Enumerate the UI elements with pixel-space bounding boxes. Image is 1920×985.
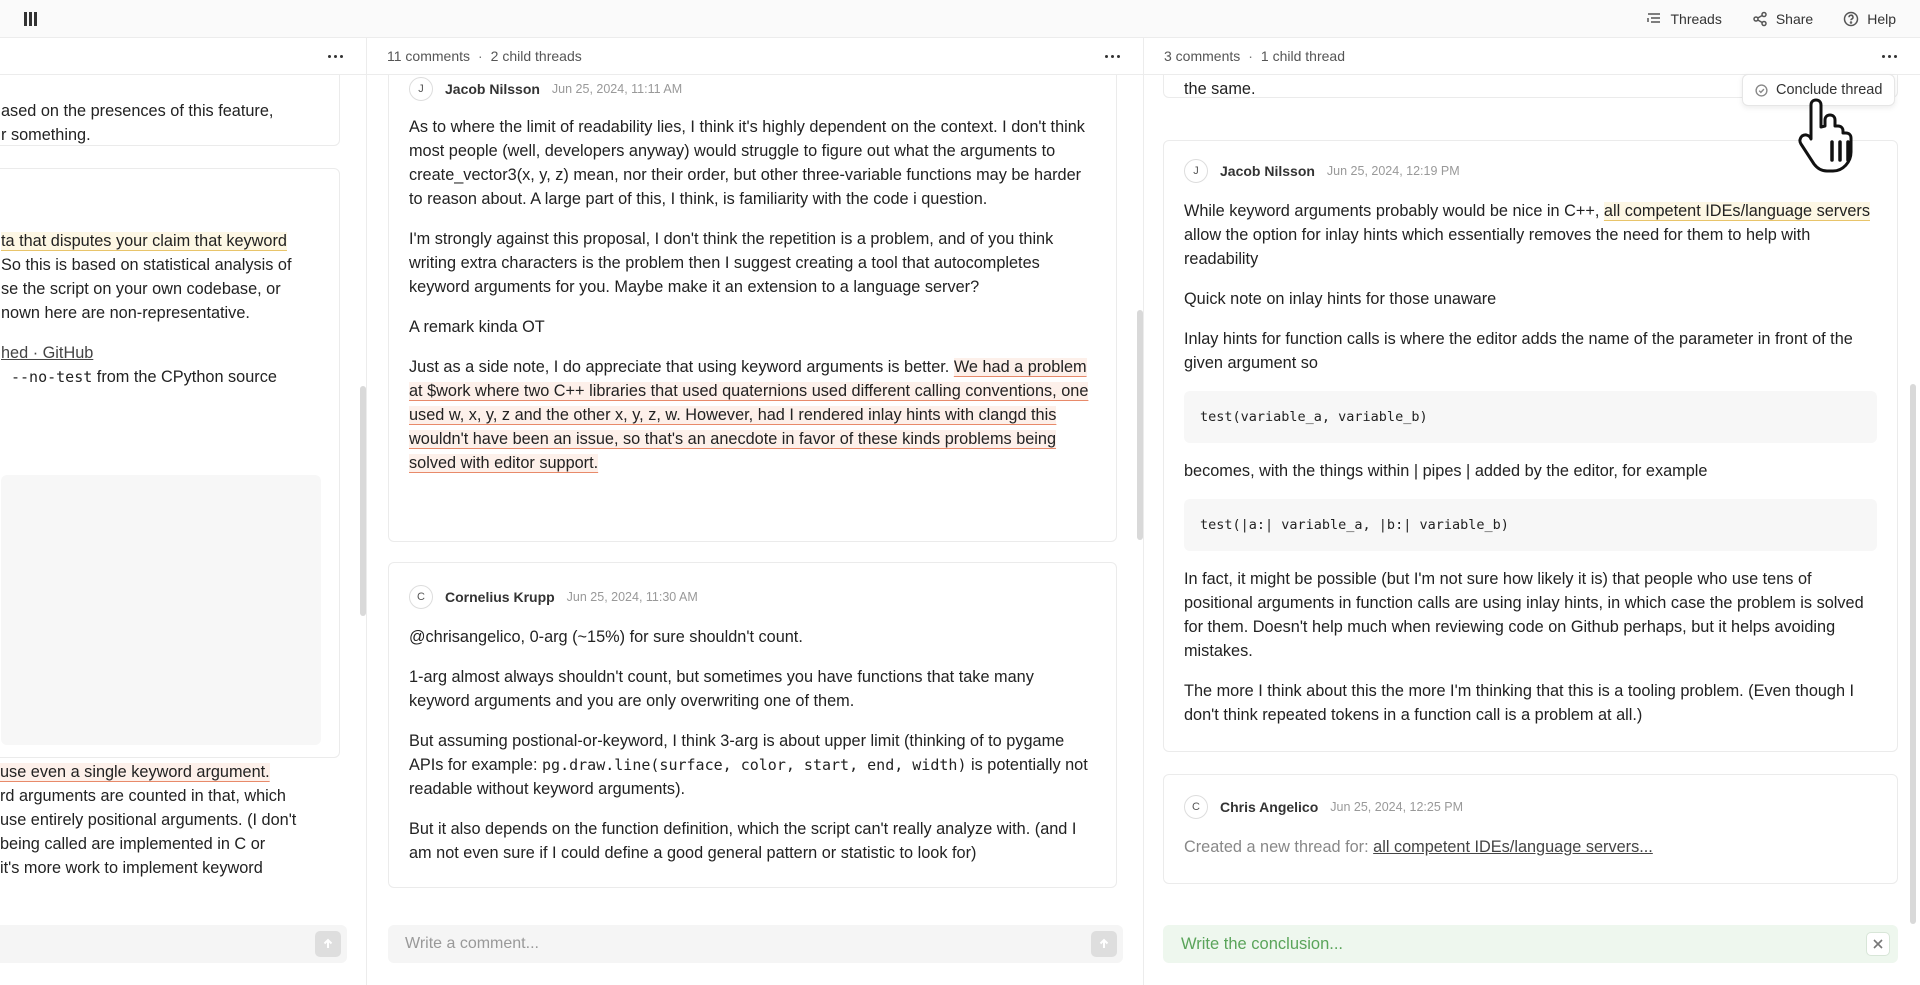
comment-text: allow the option for inlay hints which e… — [1184, 226, 1811, 268]
middle-scrollbar[interactable] — [1137, 310, 1143, 540]
code-block: test(|a:| variable_a, |b:| variable_b) — [1184, 499, 1877, 551]
code-block: test(variable_a, variable_b) — [1184, 391, 1877, 443]
comment-author[interactable]: Jacob Nilsson — [445, 81, 540, 97]
comment-count: 3 comments — [1164, 48, 1241, 64]
child-thread-link[interactable]: all competent IDEs/language servers... — [1373, 838, 1653, 856]
comment-paragraph: But it also depends on the function defi… — [409, 820, 1077, 862]
right-scrollbar[interactable] — [1910, 384, 1916, 924]
left-highlighted-text[interactable]: ta that disputes your claim that keyword — [1, 232, 287, 250]
help-label: Help — [1867, 11, 1896, 27]
comment-paragraph: I'm strongly against this proposal, I do… — [409, 230, 1054, 296]
collapsible-heading[interactable]: Quick note on inlay hints for those unaw… — [1184, 287, 1877, 311]
conclusion-input[interactable]: Write the conclusion... — [1163, 925, 1898, 963]
collapsible-heading[interactable]: A remark kinda OT — [409, 315, 1098, 339]
avatar[interactable]: J — [1184, 159, 1208, 183]
share-icon — [1753, 11, 1767, 27]
share-label: Share — [1775, 11, 1814, 27]
right-thread-column: 3 comments · 1 child thread the same. J … — [1144, 38, 1920, 985]
github-link[interactable]: hed · GitHub — [1, 344, 93, 362]
comment-paragraph: But assuming postional-or-keyword, I thi… — [409, 729, 1096, 801]
help-icon — [1843, 11, 1859, 27]
right-more-options-icon[interactable] — [1882, 49, 1898, 63]
middle-thread-column: 11 comments · 2 child threads J Jacob Ni… — [367, 38, 1144, 985]
comment-paragraph: 1-arg almost always shouldn't count, but… — [409, 668, 1034, 710]
left-text-line: ased on the presences of this feature, — [1, 102, 274, 120]
top-nav: Threads Share Help — [1646, 0, 1896, 38]
send-arrow-icon — [1099, 938, 1109, 948]
created-thread-text: Created a new thread for: — [1184, 838, 1374, 856]
composer-placeholder: Write a comment... — [405, 935, 539, 952]
close-icon — [1873, 939, 1883, 949]
threads-icon — [1647, 13, 1661, 23]
avatar[interactable]: C — [409, 585, 433, 609]
comment-author[interactable]: Chris Angelico — [1220, 799, 1318, 815]
comment-paragraph: In fact, it might be possible (but I'm n… — [1184, 570, 1864, 660]
left-text-line: nown here are non-representative. — [1, 304, 250, 322]
left-thread-column: ased on the presences of this feature, r… — [0, 38, 367, 985]
comment-paragraph: becomes, with the things within | pipes … — [1184, 462, 1708, 480]
left-text-line: se the script on your own codebase, or — [1, 280, 281, 298]
left-text-line: it's more work to implement keyword — [0, 859, 263, 877]
comment-paragraph: As to where the limit of readability lie… — [409, 118, 1085, 208]
comment-author[interactable]: Cornelius Krupp — [445, 589, 555, 605]
app-logo-icon[interactable] — [24, 12, 40, 26]
comment-card: J Jacob Nilsson Jun 25, 2024, 11:11 AM A… — [388, 52, 1117, 542]
comment-paragraph: While keyword arguments probably would b… — [1184, 199, 1877, 271]
help-button[interactable]: Help — [1843, 11, 1896, 27]
right-column-header: 3 comments · 1 child thread — [1144, 38, 1920, 75]
left-comment-composer[interactable] — [0, 925, 347, 963]
left-text-line: rd arguments are counted in that, which — [0, 787, 286, 805]
comment-author[interactable]: Jacob Nilsson — [1220, 163, 1315, 179]
left-text-line: being called are implemented in C or — [0, 835, 266, 853]
close-conclusion-button[interactable] — [1866, 932, 1890, 956]
left-scrollbar[interactable] — [360, 386, 366, 616]
comment-count: 11 comments — [387, 48, 470, 64]
left-column-header — [0, 38, 366, 75]
comment-card: J Jacob Nilsson Jun 25, 2024, 12:19 PM W… — [1163, 140, 1898, 752]
comment-date: Jun 25, 2024, 11:30 AM — [566, 590, 698, 604]
left-highlighted-text[interactable]: use even a single keyword argument. — [0, 763, 270, 781]
comment-card: C Chris Angelico Jun 25, 2024, 12:25 PM … — [1163, 774, 1898, 884]
child-thread-count[interactable]: 2 child threads — [491, 48, 582, 64]
left-send-button[interactable] — [315, 931, 341, 957]
threads-button[interactable]: Threads — [1646, 11, 1722, 27]
avatar[interactable]: J — [409, 77, 433, 101]
highlighted-thread-anchor[interactable]: all competent IDEs/language servers — [1603, 202, 1870, 220]
comment-card: C Cornelius Krupp Jun 25, 2024, 11:30 AM… — [388, 562, 1117, 888]
threads-label: Threads — [1670, 11, 1722, 27]
comment-date: Jun 25, 2024, 11:11 AM — [551, 82, 683, 96]
avatar[interactable]: C — [1184, 795, 1208, 819]
comment-composer[interactable]: Write a comment... — [388, 925, 1123, 963]
send-button[interactable] — [1091, 931, 1117, 957]
middle-column-header: 11 comments · 2 child threads — [367, 38, 1143, 75]
send-arrow-icon — [323, 938, 333, 948]
left-more-options-icon[interactable] — [328, 49, 344, 63]
comment-date: Jun 25, 2024, 12:25 PM — [1330, 800, 1464, 814]
left-embedded-preview — [1, 475, 321, 745]
comment-text: While keyword arguments probably would b… — [1184, 202, 1604, 220]
comment-text: Just as a side note, I do appreciate tha… — [409, 358, 954, 376]
hand-cursor-icon — [1798, 98, 1853, 173]
share-button[interactable]: Share — [1752, 11, 1813, 27]
inline-code: pg.draw.line(surface, color, start, end,… — [542, 756, 967, 774]
comment-date: Jun 25, 2024, 12:19 PM — [1326, 164, 1460, 178]
child-thread-count[interactable]: 1 child thread — [1261, 48, 1345, 64]
left-text-line: r something. — [1, 126, 91, 144]
left-inline-code: --no-test — [11, 368, 93, 386]
left-text-line: from the CPython source — [92, 368, 277, 386]
comment-paragraph: Just as a side note, I do appreciate tha… — [409, 355, 1098, 475]
middle-more-options-icon[interactable] — [1105, 49, 1121, 63]
check-circle-icon — [1755, 83, 1768, 97]
left-text-line: So this is based on statistical analysis… — [1, 256, 292, 274]
comment-paragraph: @chrisangelico, 0-arg (~15%) for sure sh… — [409, 628, 803, 646]
top-bar: Threads Share Help — [0, 0, 1920, 38]
comment-paragraph: The more I think about this the more I'm… — [1184, 682, 1855, 724]
conclusion-placeholder: Write the conclusion... — [1181, 934, 1344, 953]
left-text-line: use entirely positional arguments. (I do… — [0, 811, 297, 829]
left-comment-card: ta that disputes your claim that keyword… — [0, 168, 340, 758]
comment-paragraph: Inlay hints for function calls is where … — [1184, 330, 1853, 372]
